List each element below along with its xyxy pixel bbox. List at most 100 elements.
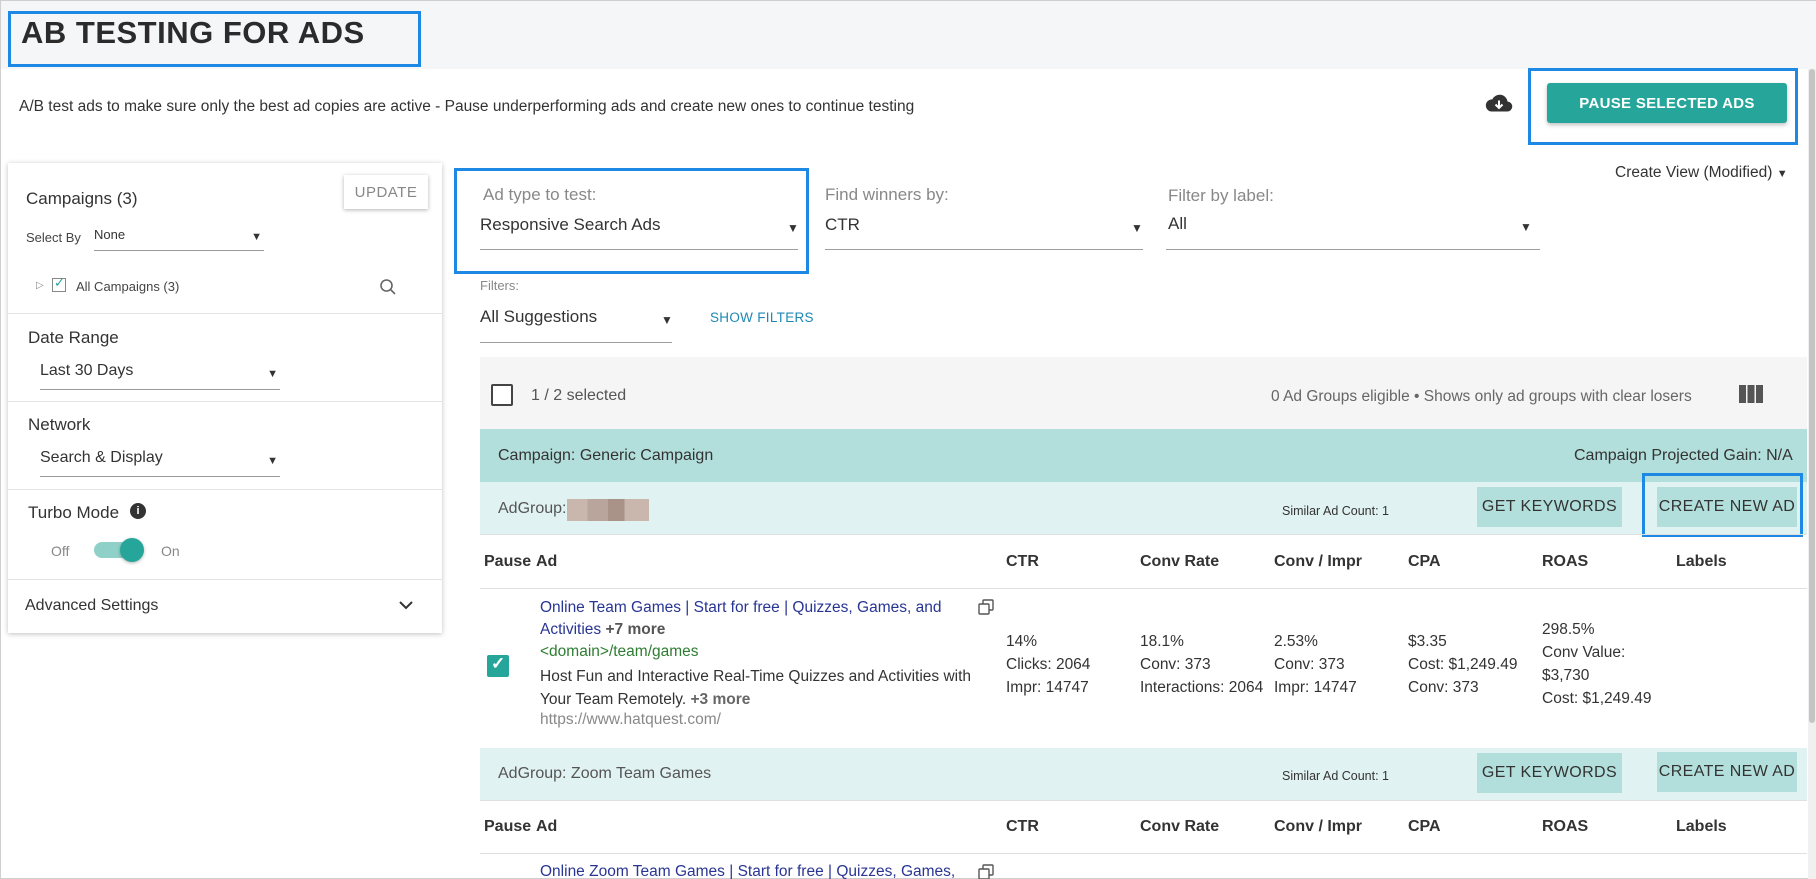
row-divider (480, 588, 1807, 589)
ad-headline[interactable]: Online Team Games | Start for free | Qui… (540, 597, 960, 641)
get-keywords-button[interactable]: GET KEYWORDS (1477, 487, 1622, 527)
create-new-ad-button[interactable]: CREATE NEW AD (1657, 752, 1797, 792)
ad-headline-text: Online Team Games | Start for free | Qui… (540, 599, 942, 638)
caret-down-icon: ▼ (1776, 168, 1788, 180)
turbo-toggle-knob[interactable] (120, 538, 144, 562)
select-by-value: None (94, 227, 126, 242)
similar-ad-count: Similar Ad Count: 1 (1282, 504, 1389, 518)
col-cpa: CPA (1408, 818, 1441, 835)
winners-underline (825, 249, 1143, 250)
campaigns-heading: Campaigns (3) (26, 189, 138, 208)
create-view-label: Create View (Modified) (1615, 164, 1773, 181)
chevron-down-icon[interactable] (399, 600, 413, 610)
select-all-checkbox[interactable] (491, 384, 513, 406)
conv-rate-value: 18.1% (1140, 633, 1184, 650)
filter-label-value[interactable]: All (1168, 214, 1187, 234)
date-range-label: Date Range (28, 328, 119, 347)
cpa-value: $3.35 (1408, 633, 1447, 650)
date-range-dropdown[interactable]: Last 30 Days ▼ (40, 362, 280, 390)
ad-display-path: <domain>/team/games (540, 643, 699, 660)
title-highlight (8, 11, 421, 67)
roas-cost: Cost: $1,249.49 (1542, 690, 1652, 707)
scrollbar-thumb[interactable] (1809, 69, 1815, 723)
ad-headline-more[interactable]: +7 more (605, 621, 665, 638)
ctr-clicks: Clicks: 2064 (1006, 656, 1091, 673)
conv-impr-impr: Impr: 14747 (1274, 679, 1357, 696)
select-by-dropdown[interactable]: None ▼ (94, 227, 264, 251)
columns-icon[interactable] (1739, 385, 1763, 403)
ad-type-underline (480, 249, 798, 250)
cpa-conv: Conv: 373 (1408, 679, 1479, 696)
conv-impr-conv: Conv: 373 (1274, 656, 1345, 673)
caret-down-icon[interactable]: ▼ (661, 313, 673, 327)
page-subtitle: A/B test ads to make sure only the best … (19, 98, 915, 115)
cpa-cell: $3.35 Cost: $1,249.49 Conv: 373 (1408, 630, 1517, 699)
filters-value[interactable]: All Suggestions (480, 307, 597, 327)
ctr-impr: Impr: 14747 (1006, 679, 1089, 696)
ad-type-value[interactable]: Responsive Search Ads (480, 215, 661, 235)
roas-cell: 298.5% Conv Value: $3,730 Cost: $1,249.4… (1542, 618, 1651, 710)
roas-conv-value: $3,730 (1542, 667, 1590, 684)
ad-headline[interactable]: Online Zoom Team Games | Start for free … (540, 861, 970, 879)
filters-label: Filters: (480, 278, 519, 293)
ad-type-label: Ad type to test: (483, 185, 597, 204)
caret-down-icon[interactable]: ▼ (1520, 220, 1532, 234)
pause-selected-ads-button[interactable]: PAUSE SELECTED ADS (1547, 83, 1787, 123)
ctr-cell: 14% Clicks: 2064 Impr: 14747 (1006, 630, 1090, 699)
create-new-ad-button[interactable]: CREATE NEW AD (1657, 487, 1797, 527)
col-cpa: CPA (1408, 553, 1441, 570)
copy-icon[interactable] (978, 864, 994, 879)
conv-rate-cell: 18.1% Conv: 373 Interactions: 2064 (1140, 630, 1263, 699)
col-pause: Pause (484, 818, 532, 835)
filter-label-label: Filter by label: (1168, 186, 1274, 205)
eligible-info: 0 Ad Groups eligible • Shows only ad gro… (1271, 388, 1692, 405)
selected-count: 1 / 2 selected (531, 387, 627, 404)
ad-description-text: Host Fun and Interactive Real-Time Quizz… (540, 668, 972, 708)
col-ctr: CTR (1006, 818, 1039, 835)
check-icon: ✓ (54, 275, 65, 290)
expand-triangle-icon[interactable]: ▷ (36, 280, 44, 291)
row-divider (480, 534, 1807, 535)
ad-description-more[interactable]: +3 more (691, 691, 751, 708)
caret-down-icon: ▼ (267, 455, 278, 467)
conv-impr-value: 2.53% (1274, 633, 1318, 650)
adgroup-label: AdGroup: Zoom Team Games (498, 765, 712, 782)
caret-down-icon[interactable]: ▼ (1131, 221, 1143, 235)
advanced-settings-label[interactable]: Advanced Settings (25, 597, 158, 615)
similar-ad-count: Similar Ad Count: 1 (1282, 769, 1389, 783)
campaign-gain: Campaign Projected Gain: N/A (1574, 447, 1793, 464)
info-icon[interactable]: i (130, 503, 146, 519)
cloud-download-icon[interactable] (1485, 93, 1513, 115)
update-button[interactable]: UPDATE (344, 175, 428, 209)
filter-label-underline (1166, 249, 1540, 250)
col-conv-rate: Conv Rate (1140, 818, 1220, 835)
divider (8, 401, 442, 402)
ad-description: Host Fun and Interactive Real-Time Quizz… (540, 665, 990, 711)
redacted-adgroup-name (567, 499, 649, 521)
winners-label: Find winners by: (825, 185, 949, 204)
network-label: Network (28, 415, 91, 434)
all-campaigns-checkbox[interactable]: ✓ (52, 275, 66, 292)
network-dropdown[interactable]: Search & Display ▼ (40, 449, 280, 477)
turbo-on-label: On (161, 543, 180, 559)
row-divider (480, 853, 1807, 854)
copy-icon[interactable] (978, 599, 994, 615)
date-range-value: Last 30 Days (40, 362, 134, 379)
get-keywords-button[interactable]: GET KEYWORDS (1477, 753, 1622, 793)
winners-value[interactable]: CTR (825, 215, 860, 235)
col-ctr: CTR (1006, 553, 1039, 570)
turbo-off-label: Off (51, 543, 70, 559)
col-roas: ROAS (1542, 553, 1589, 570)
network-value: Search & Display (40, 449, 163, 466)
roas-conv-value-label: Conv Value: (1542, 644, 1626, 661)
col-labels: Labels (1676, 818, 1727, 835)
all-campaigns-label: All Campaigns (3) (76, 279, 180, 294)
show-filters-link[interactable]: SHOW FILTERS (710, 310, 814, 325)
check-icon: ✓ (491, 654, 506, 673)
search-icon[interactable] (379, 278, 397, 296)
divider (8, 489, 442, 490)
create-view-dropdown[interactable]: Create View (Modified) ▼ (1615, 164, 1788, 182)
pause-checkbox[interactable]: ✓ (487, 654, 509, 677)
divider (8, 313, 442, 314)
caret-down-icon[interactable]: ▼ (787, 221, 799, 235)
